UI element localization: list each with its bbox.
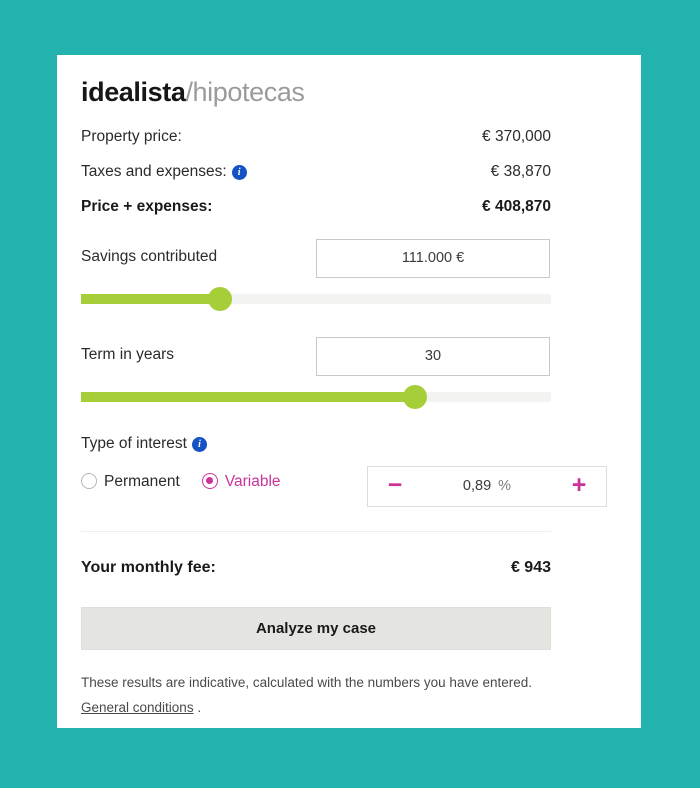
savings-slider-fill — [81, 294, 220, 304]
taxes-expenses-label: Taxes and expenses: i — [81, 163, 247, 181]
general-conditions-link[interactable]: General conditions — [81, 700, 194, 715]
property-price-label: Property price: — [81, 128, 182, 145]
radio-variable-dot[interactable] — [201, 473, 218, 489]
savings-label: Savings contributed — [81, 248, 218, 265]
radio-permanent-dot[interactable] — [81, 473, 97, 489]
taxes-expenses-value: € 38,870 — [490, 163, 551, 180]
interest-rate-unit: % — [498, 478, 512, 494]
interest-type-text: Type of interest — [81, 435, 187, 452]
property-price-value: € 370,000 — [482, 128, 551, 145]
radio-variable[interactable]: Variable — [201, 473, 281, 491]
disclaimer: These results are indicative, calculated… — [81, 670, 541, 720]
disclaimer-text-after: . — [193, 700, 202, 715]
monthly-fee-value: € 943 — [510, 559, 551, 576]
mortgage-calculator-card: idealista/hipotecas Property price: € 37… — [57, 55, 641, 728]
term-slider-thumb[interactable] — [402, 385, 427, 409]
savings-input[interactable]: 111.000 € — [316, 239, 550, 278]
info-icon[interactable]: i — [191, 437, 207, 452]
term-slider-fill — [81, 392, 415, 402]
plus-icon[interactable]: + — [558, 467, 600, 506]
interest-rate-number: 0,89 — [462, 478, 492, 494]
term-slider[interactable] — [81, 385, 551, 409]
savings-slider[interactable] — [81, 287, 551, 311]
brand-name: idealista — [81, 77, 186, 107]
property-price-row: Property price: € 370,000 — [81, 128, 551, 150]
info-icon[interactable]: i — [231, 165, 247, 180]
price-plus-expenses-value: € 408,870 — [482, 198, 551, 215]
interest-type-radio-group: Permanent Variable — [81, 473, 281, 499]
interest-rate-stepper: − 0,89% + — [367, 466, 607, 507]
savings-slider-thumb[interactable] — [207, 287, 232, 311]
term-label: Term in years — [81, 346, 175, 363]
monthly-fee-row: Your monthly fee: € 943 — [81, 559, 551, 581]
interest-type-label: Type of interest i — [81, 435, 207, 453]
price-plus-expenses-row: Price + expenses: € 408,870 — [81, 198, 551, 220]
radio-permanent[interactable]: Permanent — [81, 473, 180, 491]
taxes-expenses-text: Taxes and expenses: — [81, 163, 227, 180]
price-plus-expenses-label: Price + expenses: — [81, 198, 213, 215]
term-input[interactable]: 30 — [316, 337, 550, 376]
page-background: idealista/hipotecas Property price: € 37… — [0, 0, 700, 788]
brand-logo: idealista/hipotecas — [81, 77, 305, 108]
section-divider — [81, 531, 551, 532]
analyze-my-case-button[interactable]: Analyze my case — [81, 607, 551, 650]
disclaimer-text-before: These results are indicative, calculated… — [81, 675, 532, 690]
radio-variable-label: Variable — [224, 473, 281, 490]
radio-permanent-label: Permanent — [104, 473, 180, 490]
brand-suffix: /hipotecas — [185, 77, 305, 107]
monthly-fee-label: Your monthly fee: — [81, 559, 216, 576]
taxes-expenses-row: Taxes and expenses: i € 38,870 — [81, 163, 551, 185]
